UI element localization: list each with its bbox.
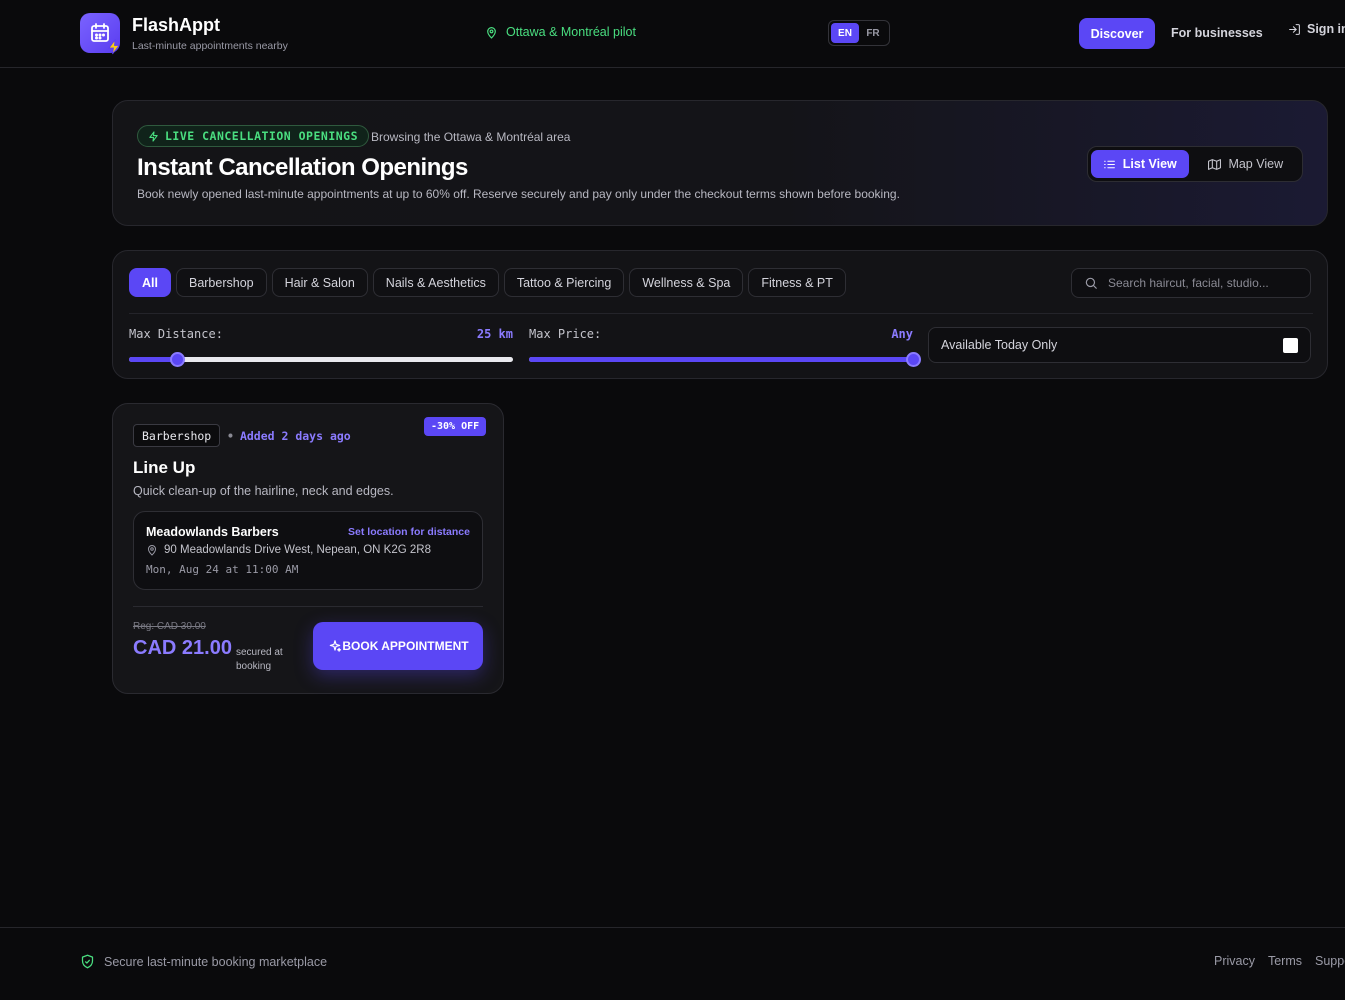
lightning-bolt-icon [108, 39, 120, 55]
terms-link[interactable]: Terms [1268, 954, 1302, 968]
location-box: Meadowlands Barbers Set location for dis… [133, 511, 483, 590]
category-chip-nails-aesthetics[interactable]: Nails & Aesthetics [372, 268, 499, 297]
max-distance-label: Max Distance: [129, 327, 223, 341]
sale-price: CAD 21.00 [133, 637, 232, 659]
browsing-area-text: Browsing the Ottawa & Montréal area [371, 130, 571, 144]
map-view-label: Map View [1228, 157, 1284, 171]
support-link[interactable]: Support [1315, 954, 1345, 968]
max-price-value: Any [891, 327, 913, 341]
calendar-logo-icon [80, 13, 120, 55]
map-pin-icon [487, 26, 496, 39]
sparkle-icon [329, 640, 342, 652]
language-switcher: EN FR [828, 20, 890, 46]
list-view-label: List View [1122, 157, 1177, 171]
brand-tagline: Last-minute appointments nearby [132, 40, 288, 52]
max-distance-slider: Max Distance: 25 km [129, 327, 513, 367]
book-appointment-button[interactable]: BOOK APPOINTMENT [313, 622, 483, 670]
category-chip-tattoo-piercing[interactable]: Tattoo & Piercing [503, 268, 625, 297]
listing-description: Quick clean-up of the hairline, neck and… [133, 484, 394, 498]
category-chip-wellness-spa[interactable]: Wellness & Spa [629, 268, 744, 297]
category-chip-all[interactable]: All [129, 268, 171, 297]
page-title: Instant Cancellation Openings [137, 154, 468, 181]
category-chip-barbershop[interactable]: Barbershop [175, 268, 267, 297]
regular-price: Reg: CAD 30.00 [133, 621, 206, 632]
language-fr-button[interactable]: FR [859, 23, 887, 43]
appointment-datetime: Mon, Aug 24 at 11:00 AM [146, 563, 299, 576]
category-chip-hair-salon[interactable]: Hair & Salon [271, 268, 368, 297]
for-businesses-link[interactable]: For businesses [1171, 26, 1263, 40]
search-icon [1085, 277, 1097, 289]
map-view-button[interactable]: Map View [1193, 150, 1299, 178]
language-en-button[interactable]: EN [831, 23, 859, 43]
added-time: • Added 2 days ago [227, 429, 351, 443]
filters-divider [129, 313, 1313, 314]
discount-badge: -30% OFF [424, 417, 487, 436]
business-address: 90 Meadowlands Drive West, Nepean, ON K2… [146, 544, 431, 556]
business-name: Meadowlands Barbers [146, 525, 279, 539]
region-indicator: Ottawa & Montréal pilot [485, 25, 636, 39]
max-distance-thumb[interactable] [170, 352, 185, 367]
sign-in-button[interactable]: Sign in [1288, 22, 1345, 36]
listing-card: Barbershop • Added 2 days ago -30% OFF Li… [112, 403, 504, 694]
footer: Secure last-minute booking marketplace P… [0, 927, 1345, 1000]
footer-tagline-label: Secure last-minute booking marketplace [104, 954, 328, 969]
discover-button[interactable]: Discover [1079, 18, 1155, 49]
category-chips: All Barbershop Hair & Salon Nails & Aest… [129, 268, 851, 297]
price-note: secured at booking [236, 647, 283, 672]
brand[interactable]: FlashAppt Last-minute appointments nearb… [80, 13, 288, 55]
lightning-icon [149, 130, 158, 142]
max-distance-track[interactable] [129, 352, 513, 367]
set-location-link[interactable]: Set location for distance [348, 526, 470, 538]
address-label: 90 Meadowlands Drive West, Nepean, ON K2… [164, 544, 431, 556]
privacy-link[interactable]: Privacy [1214, 954, 1255, 968]
map-icon [1208, 158, 1222, 170]
shield-check-icon [81, 954, 94, 969]
page-description: Book newly opened last-minute appointmen… [137, 187, 900, 201]
max-price-thumb[interactable] [906, 352, 921, 367]
available-today-toggle[interactable]: Available Today Only [928, 327, 1311, 363]
max-price-label: Max Price: [529, 327, 602, 341]
brand-name: FlashAppt [132, 15, 220, 35]
map-pin-icon [147, 545, 157, 556]
live-badge-label: LIVE CANCELLATION OPENINGS [165, 129, 359, 143]
available-today-label: Available Today Only [941, 338, 1058, 352]
sign-in-label: Sign in [1307, 22, 1345, 36]
max-distance-value: 25 km [476, 327, 513, 341]
available-today-checkbox[interactable] [1283, 337, 1298, 353]
listing-title: Line Up [133, 458, 196, 477]
footer-links: Privacy Terms Support [1214, 954, 1345, 968]
max-price-slider: Max Price: Any [529, 327, 921, 367]
top-bar: FlashAppt Last-minute appointments nearb… [0, 0, 1345, 68]
hero-panel: LIVE CANCELLATION OPENINGS Browsing the … [112, 100, 1328, 226]
filters-panel: All Barbershop Hair & Salon Nails & Aest… [112, 250, 1328, 379]
category-tag: Barbershop [133, 424, 221, 447]
added-time-label: Added 2 days ago [239, 429, 351, 443]
footer-tagline: Secure last-minute booking marketplace [80, 954, 327, 969]
max-price-fill [529, 357, 913, 362]
search-input[interactable] [1108, 276, 1298, 290]
sign-in-icon [1289, 23, 1300, 35]
max-price-track[interactable] [529, 352, 921, 367]
view-toggle: List View Map View [1087, 146, 1303, 182]
region-label: Ottawa & Montréal pilot [506, 25, 636, 39]
category-chip-fitness-pt[interactable]: Fitness & PT [748, 268, 846, 297]
list-view-button[interactable]: List View [1091, 150, 1189, 178]
live-openings-badge: LIVE CANCELLATION OPENINGS [137, 125, 370, 147]
search-box [1071, 268, 1311, 298]
book-appointment-label: BOOK APPOINTMENT [342, 639, 469, 653]
card-divider [133, 606, 483, 607]
list-icon [1103, 160, 1115, 168]
